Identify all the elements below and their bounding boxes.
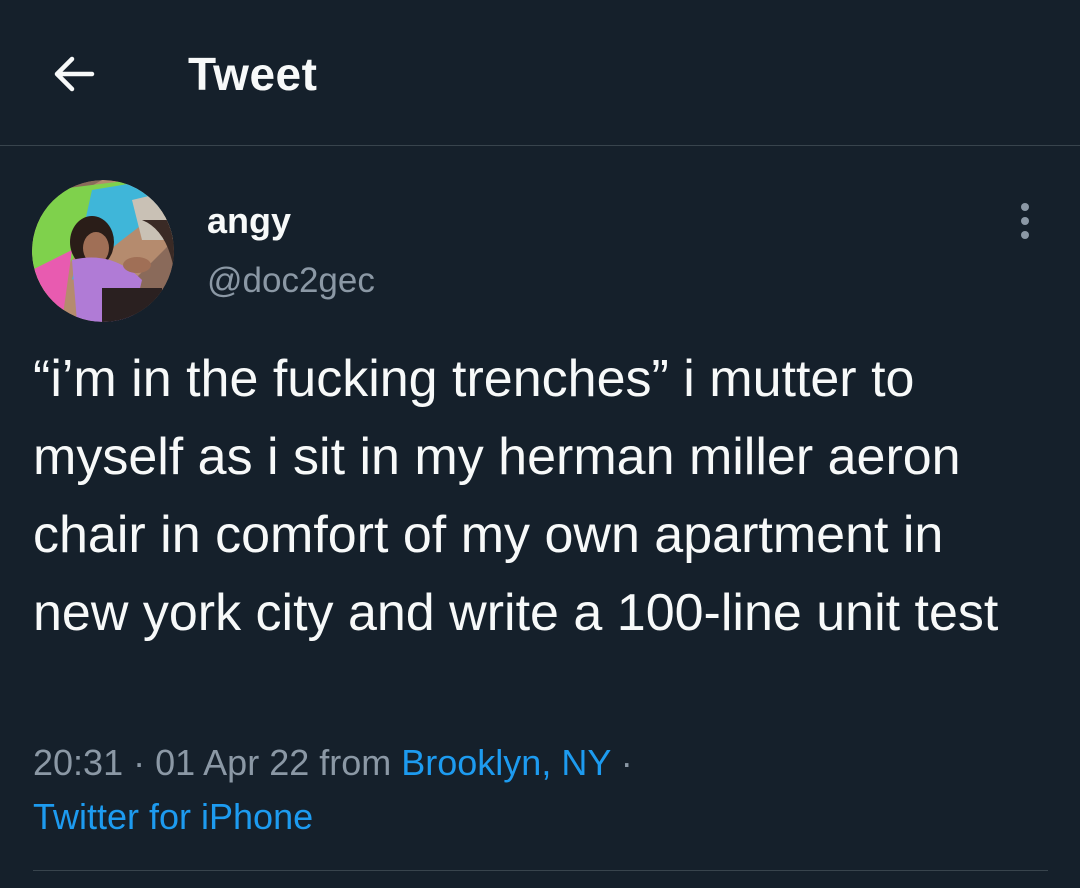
page-title: Tweet [188,48,318,100]
tweet-metadata: 20:31 · 01 Apr 22 from Brooklyn, NY · Tw… [33,736,1043,844]
top-bar: Tweet [0,0,1080,146]
separator-dot: · [620,742,633,783]
separator-dot: · [133,742,156,783]
tweet-text: “i’m in the fucking trenches” i mutter t… [33,350,999,642]
tweet-time[interactable]: 20:31 [33,742,123,783]
source-link[interactable]: Twitter for iPhone [33,796,313,837]
avatar[interactable] [32,180,174,322]
arrow-left-icon [54,56,95,92]
author-handle[interactable]: @doc2gec [207,258,375,304]
location-link[interactable]: Brooklyn, NY [401,742,610,783]
back-button[interactable] [44,44,104,104]
more-vertical-icon [1021,203,1029,239]
more-options-button[interactable] [1000,196,1050,246]
author-display-name[interactable]: angy [207,198,291,244]
from-label: from [319,742,402,783]
divider [33,870,1048,871]
user-avatar-photo [32,180,174,322]
tweet-date[interactable]: 01 Apr 22 [155,742,309,783]
